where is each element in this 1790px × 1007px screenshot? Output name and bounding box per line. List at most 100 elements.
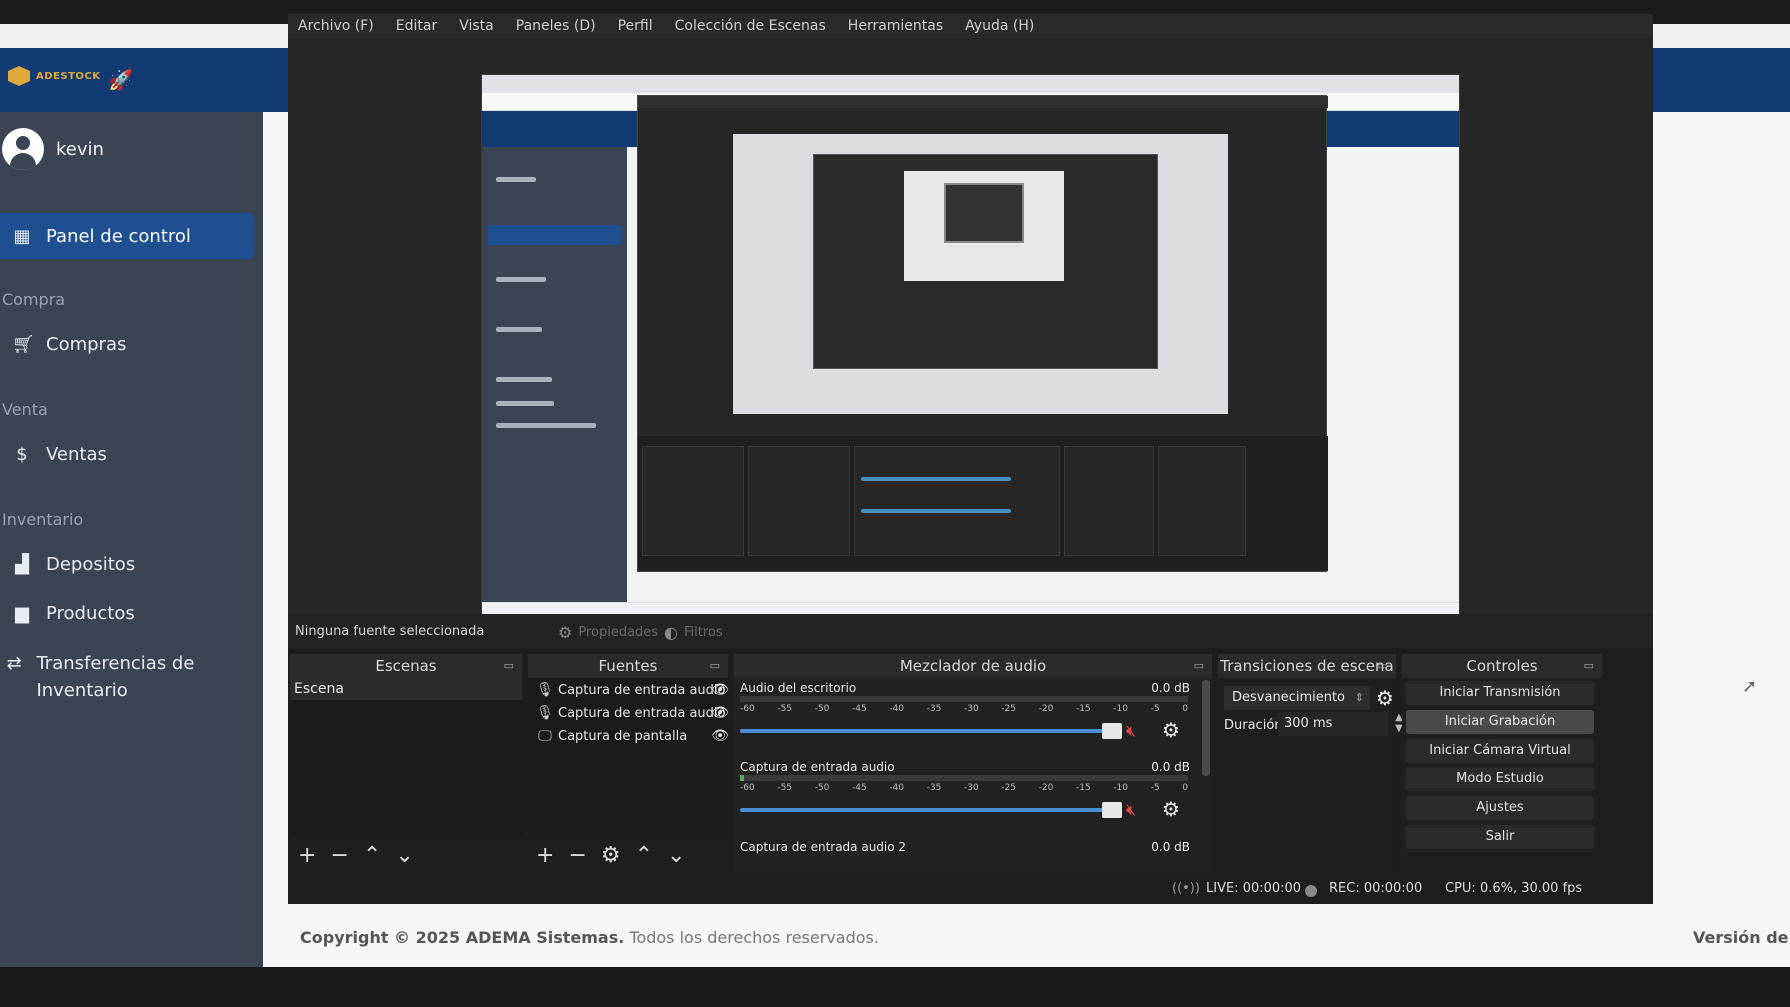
- mixer-scrollbar[interactable]: [1202, 680, 1210, 776]
- move-up-icon[interactable]: ⌃: [635, 843, 653, 868]
- preview-nested-canvas: [733, 134, 1228, 414]
- meter-tick-label: -50: [814, 783, 830, 793]
- preview-dock: [854, 446, 1060, 556]
- menu-perfil[interactable]: Perfil: [618, 18, 653, 34]
- obs-status-bar: ((•)) LIVE: 00:00:00 REC: 00:00:00 CPU: …: [288, 872, 1653, 904]
- filters-label: Filtros: [683, 624, 723, 640]
- menu-paneles[interactable]: Paneles (D): [516, 18, 596, 34]
- source-row[interactable]: 🎙︎ Captura de entrada audio 👁︎: [532, 702, 757, 724]
- preview-canvas[interactable]: [481, 74, 1460, 627]
- app-logo[interactable]: ADESTOCK: [8, 66, 100, 86]
- preview-nested-obs: [637, 95, 1328, 572]
- mixer-channel-db: 0.0 dB: [1151, 681, 1190, 695]
- scenes-toolbar: + − ⌃ ⌄: [290, 838, 522, 872]
- speaker-muted-icon[interactable]: 🔇︎: [1126, 721, 1136, 741]
- sidebar-item-transferencias[interactable]: ⇄ Transferencias de Inventario: [6, 650, 246, 704]
- record-dot-icon: [1305, 885, 1317, 897]
- sidebar-item-panel-de-control[interactable]: ▦ Panel de control: [0, 213, 254, 259]
- preview-browser-tabs: [482, 75, 1459, 93]
- logo-text: ADESTOCK: [36, 70, 101, 82]
- footer-version: Versión de J: [1693, 928, 1790, 947]
- slider-knob[interactable]: [1102, 723, 1122, 739]
- section-compra: Compra: [2, 290, 66, 309]
- eye-icon[interactable]: 👁︎: [711, 728, 729, 744]
- gear-icon[interactable]: ⚙: [1162, 797, 1180, 821]
- sidebar-item-compras[interactable]: 🛒︎ Compras: [12, 334, 126, 355]
- duration-input[interactable]: 300 ms: [1278, 712, 1388, 736]
- preview-nested-inner3: [944, 183, 1024, 243]
- start-recording-button[interactable]: Iniciar Grabación: [1406, 710, 1594, 734]
- settings-button[interactable]: Ajustes: [1406, 796, 1594, 820]
- meter-tick-label: -45: [851, 783, 867, 793]
- move-down-icon[interactable]: ⌄: [667, 843, 685, 868]
- meter-tick-label: -55: [777, 783, 793, 793]
- cpu-status: CPU: 0.6%, 30.00 fps: [1445, 881, 1583, 896]
- speaker-muted-icon[interactable]: 🔇︎: [1126, 800, 1136, 820]
- gear-icon[interactable]: ⚙: [1376, 686, 1394, 710]
- dock-popout-icon[interactable]: ▭: [1194, 659, 1204, 672]
- dock-popout-icon[interactable]: ▭: [1584, 659, 1594, 672]
- mixer-channel-db: 0.0 dB: [1151, 760, 1190, 774]
- sidebar-user[interactable]: kevin: [2, 128, 104, 170]
- preview-bar: [861, 509, 1011, 513]
- menu-archivo[interactable]: Archivo (F): [298, 18, 374, 34]
- menu-coleccion-escenas[interactable]: Colección de Escenas: [675, 18, 826, 34]
- gear-icon: ⚙: [558, 622, 573, 642]
- eye-icon[interactable]: 👁︎: [711, 682, 729, 698]
- add-scene-icon[interactable]: +: [298, 843, 316, 868]
- add-source-icon[interactable]: +: [536, 843, 554, 868]
- sidebar-item-depositos[interactable]: ▟ Depositos: [12, 554, 135, 575]
- dashboard-grid-icon: ▦: [13, 225, 31, 247]
- source-row[interactable]: 🎙︎ Captura de entrada audio 👁︎: [532, 679, 757, 701]
- studio-mode-button[interactable]: Modo Estudio: [1406, 767, 1594, 791]
- sidebar-item-ventas[interactable]: $ Ventas: [12, 444, 107, 465]
- scenes-list: Escena: [290, 678, 522, 838]
- sidebar-item-productos[interactable]: ▆ Productos: [12, 603, 135, 624]
- bottom-strip: [0, 967, 1790, 1007]
- slider-knob[interactable]: [1102, 802, 1122, 818]
- mixer-channel-label: Audio del escritorio: [740, 681, 857, 695]
- meter-ticks: -60 -55 -50 -45 -40 -35 -30 -25 -20 -15 -10 -5 0: [740, 704, 1188, 718]
- transitions-panel: Desvanecimiento ⇕ ⚙ Duración 300 ms ▲ ▼: [1218, 678, 1403, 872]
- remove-source-icon[interactable]: −: [568, 843, 586, 868]
- dock-popout-icon[interactable]: ▭: [1378, 659, 1388, 672]
- sources-list: 🎙︎ Captura de entrada audio 👁︎ 🎙︎ Captur…: [528, 678, 751, 838]
- start-virtual-camera-button[interactable]: Iniciar Cámara Virtual: [1406, 739, 1594, 763]
- exit-button[interactable]: Salir: [1406, 825, 1594, 849]
- menu-herramientas[interactable]: Herramientas: [848, 18, 943, 34]
- properties-button[interactable]: ⚙ Propiedades: [558, 621, 658, 643]
- menu-vista[interactable]: Vista: [459, 18, 494, 34]
- gear-icon[interactable]: ⚙: [1162, 718, 1180, 742]
- menu-ayuda[interactable]: Ayuda (H): [965, 18, 1034, 34]
- duration-label: Duración: [1224, 718, 1283, 733]
- move-down-icon[interactable]: ⌄: [395, 843, 413, 868]
- rocket-icon[interactable]: 🚀: [108, 68, 133, 92]
- volume-slider[interactable]: [740, 802, 1122, 818]
- start-streaming-button[interactable]: Iniciar Transmisión: [1406, 681, 1594, 705]
- eye-icon[interactable]: 👁︎: [711, 705, 729, 721]
- transition-select[interactable]: Desvanecimiento ⇕: [1224, 686, 1370, 710]
- volume-slider[interactable]: [740, 723, 1122, 739]
- meter-tick-label: -50: [814, 704, 830, 714]
- preview-sidebar: [482, 147, 627, 602]
- dock-popout-icon[interactable]: ▭: [710, 659, 720, 672]
- cart-icon: 🛒︎: [12, 334, 35, 355]
- remove-scene-icon[interactable]: −: [330, 843, 348, 868]
- mic-icon: 🎙︎: [536, 705, 554, 721]
- meter-tick-label: 0: [1182, 783, 1188, 793]
- source-row[interactable]: 🖵︎ Captura de pantalla 👁︎: [532, 725, 757, 747]
- obs-menu-bar: Archivo (F) Editar Vista Paneles (D) Per…: [288, 14, 1653, 38]
- gear-icon[interactable]: ⚙: [601, 843, 621, 868]
- meter-tick-label: -5: [1150, 783, 1160, 793]
- meter-tick-label: -40: [889, 704, 905, 714]
- scene-item[interactable]: Escena: [290, 678, 522, 700]
- menu-editar[interactable]: Editar: [396, 18, 437, 34]
- filters-button[interactable]: ◐ Filtros: [664, 621, 723, 643]
- volume-meter: [740, 696, 1188, 702]
- move-up-icon[interactable]: ⌃: [363, 843, 381, 868]
- copyright-text: Copyright © 2025 ADEMA Sistemas.: [300, 928, 625, 947]
- dock-popout-icon[interactable]: ▭: [504, 659, 514, 672]
- dock-title-text: Fuentes: [598, 657, 658, 675]
- monitor-icon: 🖵︎: [538, 728, 552, 744]
- meter-tick-label: -20: [1038, 704, 1054, 714]
